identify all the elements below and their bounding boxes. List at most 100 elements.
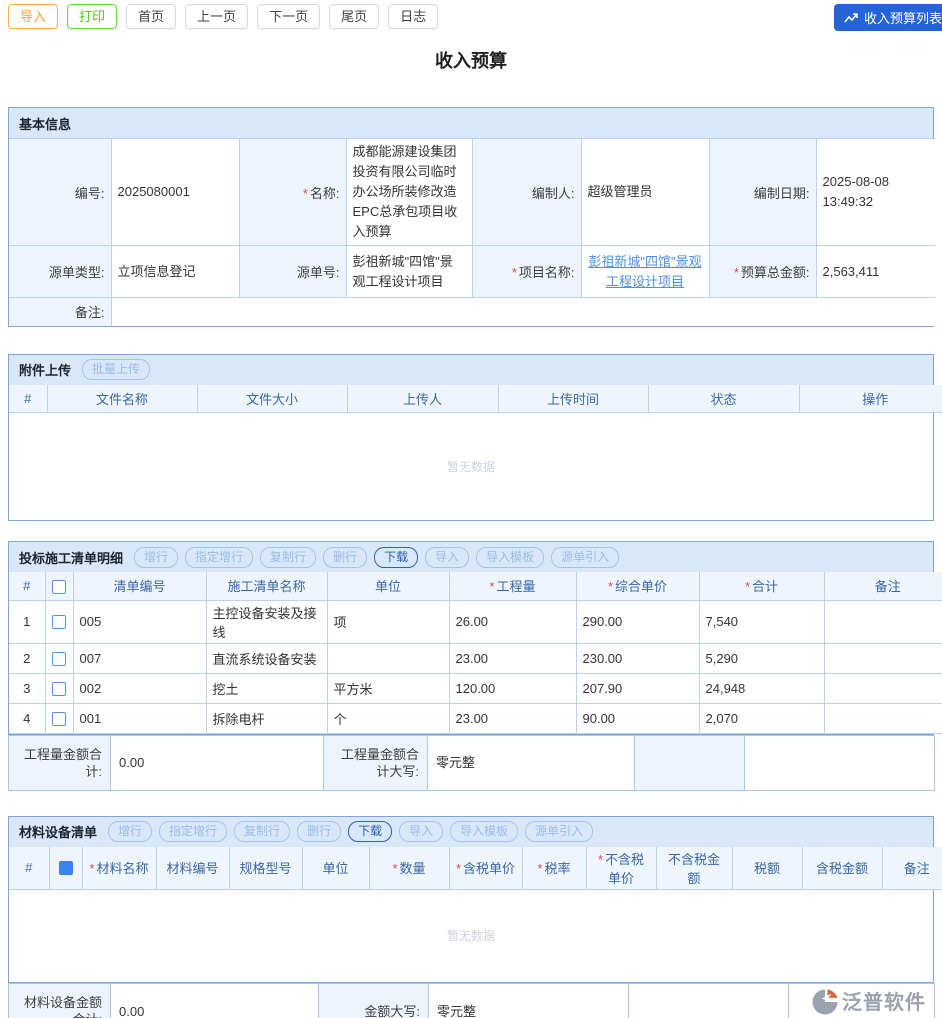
add-row-button[interactable]: 增行	[134, 547, 178, 568]
insert-row-button[interactable]: 指定增行	[185, 547, 253, 568]
income-budget-list-button[interactable]: 收入预算列表	[834, 4, 942, 31]
log-button[interactable]: 日志	[388, 4, 438, 29]
table-cell: 平方米	[327, 673, 449, 703]
first-page-button[interactable]: 首页	[126, 4, 176, 29]
import-button[interactable]: 导入	[8, 4, 58, 29]
table-cell: 挖土	[206, 673, 327, 703]
column-header: *含税单价	[449, 847, 522, 890]
batch-upload-button[interactable]: 批量上传	[82, 359, 150, 380]
source-import-button[interactable]: 源单引入	[525, 821, 593, 842]
column-header: 文件大小	[197, 385, 347, 413]
add-row-button[interactable]: 增行	[108, 821, 152, 842]
print-button[interactable]: 打印	[67, 4, 117, 29]
row-checkbox[interactable]	[52, 712, 66, 726]
required-asterisk: *	[608, 579, 613, 594]
next-page-button[interactable]: 下一页	[257, 4, 320, 29]
column-header: *税率	[522, 847, 586, 890]
brand-cell: 泛普软件 www.fanpusoft.com	[789, 983, 935, 1018]
remark-value	[111, 298, 935, 326]
copy-row-button[interactable]: 复制行	[260, 547, 316, 568]
select-all-checkbox[interactable]	[59, 861, 73, 875]
bid-caps-value: 零元整	[428, 735, 635, 790]
table-cell: 207.90	[576, 673, 699, 703]
required-asterisk: *	[456, 861, 461, 876]
copy-row-button[interactable]: 复制行	[234, 821, 290, 842]
table-cell: 2,070	[699, 703, 824, 733]
delete-row-button[interactable]: 删行	[297, 821, 341, 842]
select-all-header	[45, 572, 73, 600]
toolbar: 导入 打印 首页 上一页 下一页 尾页 日志	[8, 4, 942, 29]
source-import-button[interactable]: 源单引入	[551, 547, 619, 568]
table-cell: 26.00	[449, 600, 576, 643]
row-checkbox[interactable]	[52, 615, 66, 629]
basic-info-title: 基本信息	[19, 114, 71, 133]
import-template-button[interactable]: 导入模板	[450, 821, 518, 842]
table-cell	[824, 703, 942, 733]
attachments-title: 附件上传	[19, 360, 71, 379]
checkbox-cell	[45, 643, 73, 673]
fanpu-brand: 泛普软件 www.fanpusoft.com	[797, 987, 926, 1018]
download-button[interactable]: 下载	[348, 821, 392, 842]
material-summary-table: 材料设备金额合计: 0.00 金额大写: 零元整 泛普软件	[8, 983, 935, 1018]
project-link[interactable]: 彭祖新城"四馆"景观工程设计项目	[588, 252, 703, 292]
material-list-title: 材料设备清单	[19, 822, 97, 841]
table-cell: 直流系统设备安装	[206, 643, 327, 673]
column-header: 含税金额	[802, 847, 882, 890]
column-header: 文件名称	[47, 385, 197, 413]
select-all-checkbox[interactable]	[52, 580, 66, 594]
row-checkbox[interactable]	[52, 652, 66, 666]
table-cell: 005	[73, 600, 206, 643]
attachments-header: 附件上传 批量上传	[9, 355, 933, 385]
table-cell: 24,948	[699, 673, 824, 703]
bid-total-value: 0.00	[111, 735, 324, 790]
total-value: 2,563,411	[816, 246, 935, 298]
table-cell: 001	[73, 703, 206, 733]
bid-total-label: 工程量金额合计:	[9, 735, 111, 790]
last-page-button[interactable]: 尾页	[329, 4, 379, 29]
basic-info-header: 基本信息	[9, 108, 933, 138]
table-row: 4001拆除电杆个23.0090.002,070	[9, 703, 942, 733]
income-budget-list-label: 收入预算列表	[864, 8, 942, 27]
column-header: 状态	[648, 385, 799, 413]
prev-page-button[interactable]: 上一页	[185, 4, 248, 29]
table-cell: 4	[9, 703, 45, 733]
table-cell: 90.00	[576, 703, 699, 733]
no-label: 编号:	[9, 139, 111, 246]
column-header: 规格型号	[229, 847, 302, 890]
required-asterisk: *	[745, 579, 750, 594]
date-value: 2025-08-08 13:49:32	[816, 139, 935, 246]
income-budget-page: 导入 打印 首页 上一页 下一页 尾页 日志 收入预算列表 收入预算 基本信息	[0, 0, 942, 1018]
attachments-table: #文件名称文件大小上传人上传时间状态操作	[9, 385, 933, 414]
table-cell: 项	[327, 600, 449, 643]
select-all-header	[49, 847, 82, 890]
table-cell: 3	[9, 673, 45, 703]
material-list-header: 材料设备清单 增行 指定增行 复制行 删行 下载 导入 导入模板 源单引入	[9, 817, 933, 847]
bid-summary-spacer	[635, 735, 745, 790]
table-cell: 主控设备安装及接线	[206, 600, 327, 643]
required-asterisk: *	[537, 861, 542, 876]
table-cell	[824, 600, 942, 643]
column-header: *综合单价	[576, 572, 699, 600]
column-header: *合计	[699, 572, 824, 600]
basic-info-grid: 编号: 2025080001 *名称: 成都能源建设集团投资有限公司临时办公场所…	[9, 138, 935, 326]
attachments-panel: 附件上传 批量上传 #文件名称文件大小上传人上传时间状态操作 暂无数据	[8, 354, 934, 522]
column-header: *不含税单价	[586, 847, 656, 890]
download-button[interactable]: 下载	[374, 547, 418, 568]
table-cell: 个	[327, 703, 449, 733]
row-checkbox[interactable]	[52, 682, 66, 696]
table-cell: 002	[73, 673, 206, 703]
import-template-button[interactable]: 导入模板	[476, 547, 544, 568]
remark-label: 备注:	[9, 298, 111, 326]
insert-row-button[interactable]: 指定增行	[159, 821, 227, 842]
table-row: 3002挖土平方米120.00207.9024,948	[9, 673, 942, 703]
required-asterisk: *	[734, 265, 739, 280]
required-asterisk: *	[512, 265, 517, 280]
material-list-table: #*材料名称材料编号规格型号单位*数量*含税单价*税率*不含税单价不含税金额税额…	[9, 847, 933, 890]
column-header: 备注	[824, 572, 942, 600]
import-rows-button[interactable]: 导入	[425, 547, 469, 568]
delete-row-button[interactable]: 删行	[323, 547, 367, 568]
material-total-value: 0.00	[111, 983, 319, 1018]
project-label: *项目名称:	[472, 246, 581, 298]
import-rows-button[interactable]: 导入	[399, 821, 443, 842]
table-cell	[327, 643, 449, 673]
